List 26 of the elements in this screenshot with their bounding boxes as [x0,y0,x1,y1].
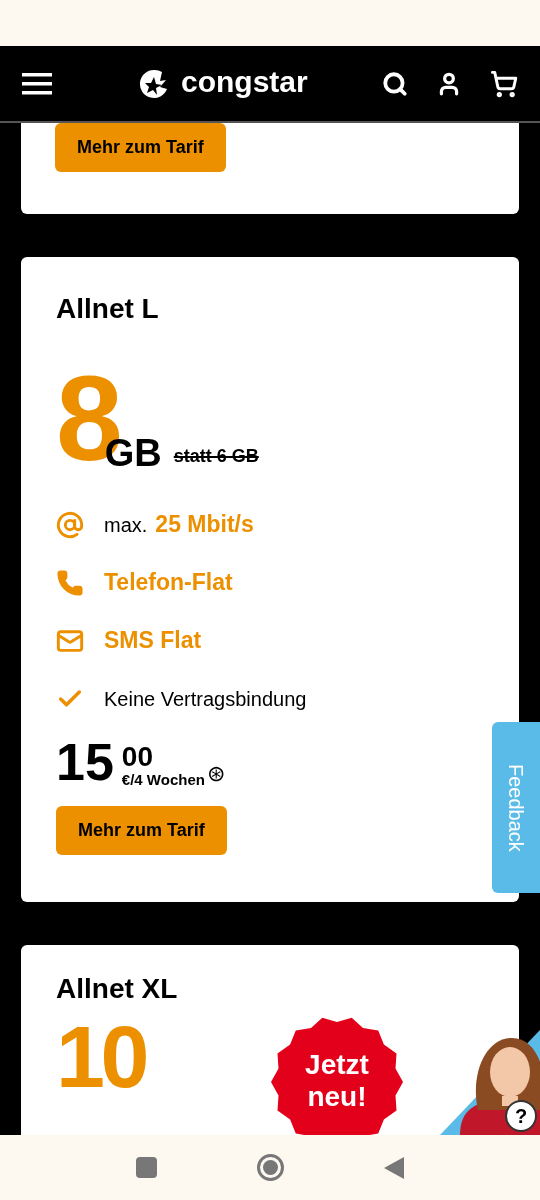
menu-icon[interactable] [22,72,52,95]
phone-icon [56,568,84,597]
feature-text: Telefon-Flat [104,568,233,598]
tariff-button[interactable]: Mehr zum Tarif [56,805,227,855]
feature-text: max. 25 Mbit/s [104,510,254,540]
home-icon[interactable] [257,1154,284,1181]
brand-name: congstar [181,66,308,97]
feature-text: SMS Flat [104,626,202,656]
at-icon [56,510,84,539]
old-volume: statt 6 GB [173,444,259,468]
feature-text: Keine Vertragsbindung [104,686,307,712]
cart-icon[interactable] [490,69,518,98]
search-icon[interactable] [382,70,408,97]
tariff-title: Allnet L [56,294,160,323]
data-volume: 10 [56,1012,146,1101]
tariff-button[interactable]: Mehr zum Tarif [55,123,226,172]
badge-text: neu! [307,1081,367,1113]
logo-icon [139,68,169,99]
price-period: €/4 Wochen [121,770,205,790]
price-cents: 00 [121,742,154,771]
recents-icon[interactable] [136,1157,157,1178]
tariff-title: Allnet XL [56,974,179,1003]
back-icon[interactable] [384,1156,404,1179]
footnote-mark: ⊛ [206,762,225,785]
badge-text: Jetzt [305,1049,369,1081]
price: 15 [56,735,114,788]
